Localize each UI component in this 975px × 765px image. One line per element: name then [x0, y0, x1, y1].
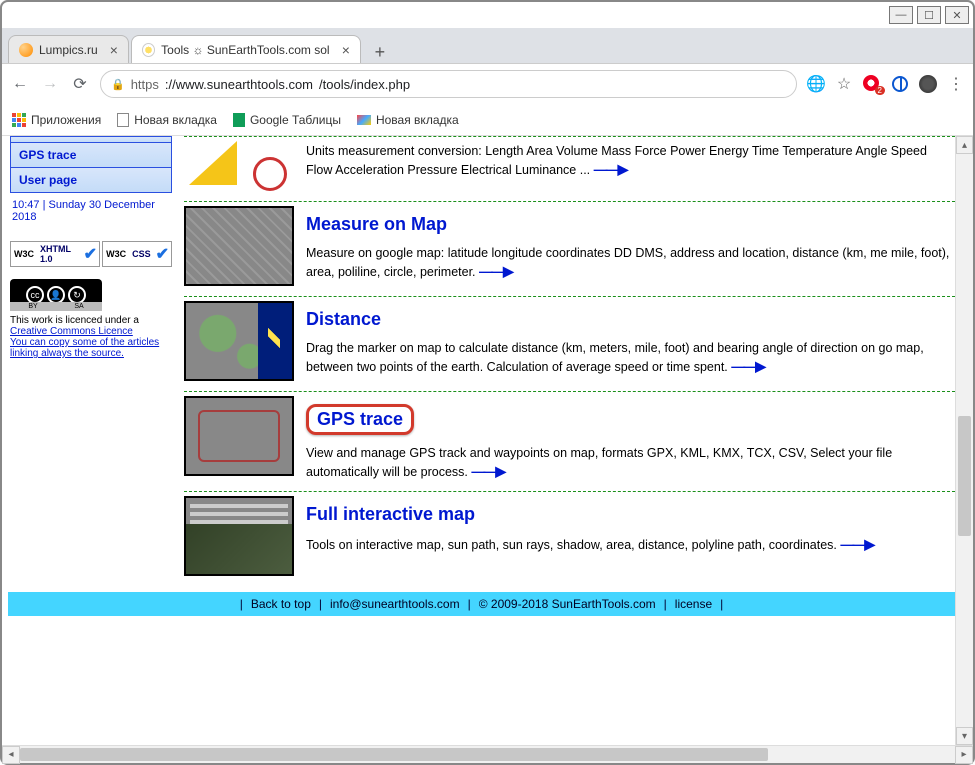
- tool-item-gps-trace: GPS trace View and manage GPS track and …: [184, 392, 955, 492]
- scroll-up-icon[interactable]: ▴: [956, 136, 973, 154]
- reload-button[interactable]: ⟳: [70, 74, 90, 94]
- new-tab-button[interactable]: +: [369, 41, 391, 63]
- arrow-icon[interactable]: ——▶: [731, 357, 764, 376]
- cc-text: This work is licenced under a: [10, 315, 172, 326]
- sheets-icon: [233, 113, 245, 127]
- arrow-icon[interactable]: ——▶: [594, 160, 627, 179]
- arrow-icon[interactable]: ——▶: [479, 262, 512, 281]
- bookmarks-bar: Приложения Новая вкладка Google Таблицы …: [2, 104, 973, 136]
- cc-badge[interactable]: cc 👤 ↻ BYSA: [10, 279, 102, 311]
- file-icon: [117, 113, 129, 127]
- item-title-link[interactable]: Full interactive map: [306, 504, 475, 525]
- url-host: ://www.sunearthtools.com: [165, 77, 313, 92]
- w3c-badges: W3C XHTML 1.0 ✔ W3C CSS ✔: [10, 241, 172, 267]
- bookmark-label: Новая вкладка: [134, 113, 217, 127]
- apps-shortcut[interactable]: Приложения: [12, 113, 101, 127]
- image-icon: [357, 115, 371, 125]
- nav-user-page[interactable]: User page: [11, 168, 171, 192]
- thumbnail[interactable]: [184, 396, 294, 476]
- extension-opera-icon[interactable]: 2: [863, 75, 881, 93]
- page-footer: | Back to top | info@sunearthtools.com |…: [8, 592, 955, 616]
- tab-lumpics[interactable]: Lumpics.ru ×: [8, 35, 129, 63]
- bookmark-newtab-1[interactable]: Новая вкладка: [117, 113, 217, 127]
- close-window-button[interactable]: ✕: [945, 6, 969, 24]
- menu-icon[interactable]: ⋮: [947, 75, 965, 93]
- scroll-down-icon[interactable]: ▾: [956, 727, 973, 745]
- bookmark-label: Google Таблицы: [250, 113, 341, 127]
- apps-icon: [12, 113, 26, 127]
- scroll-thumb[interactable]: [20, 748, 768, 761]
- cc-link-licence[interactable]: Creative Commons Licence: [10, 326, 172, 337]
- footer-license[interactable]: license: [675, 597, 712, 611]
- thumbnail[interactable]: [184, 496, 294, 576]
- tab-sunearthtools[interactable]: Tools ☼ SunEarthTools.com solar ×: [131, 35, 361, 63]
- tool-item-measure: Measure on Map Measure on google map: la…: [184, 202, 955, 297]
- apps-label: Приложения: [31, 113, 101, 127]
- tool-item-full-map: Full interactive map Tools on interactiv…: [184, 492, 955, 586]
- favicon-icon: [19, 43, 33, 57]
- footer-email[interactable]: info@sunearthtools.com: [330, 597, 460, 611]
- main-list: Units measurement conversion: Length Are…: [174, 136, 955, 745]
- item-title-link[interactable]: Distance: [306, 309, 381, 330]
- sidebar: Build a sundial GPS trace User page 10:4…: [8, 136, 174, 745]
- bookmark-sheets[interactable]: Google Таблицы: [233, 113, 341, 127]
- timestamp: 10:47 | Sunday 30 December 2018: [10, 193, 172, 229]
- lock-icon: 🔒: [111, 78, 125, 91]
- horizontal-scrollbar[interactable]: ◂ ▸: [2, 745, 973, 763]
- nav-gps-trace[interactable]: GPS trace: [11, 143, 171, 168]
- back-button[interactable]: ←: [10, 74, 30, 94]
- profile-avatar[interactable]: [919, 75, 937, 93]
- translate-icon[interactable]: 🌐: [807, 75, 825, 93]
- tool-item-conversion: Units measurement conversion: Length Are…: [184, 136, 955, 202]
- scroll-thumb[interactable]: [958, 416, 971, 536]
- thumbnail[interactable]: [184, 206, 294, 286]
- bookmark-label: Новая вкладка: [376, 113, 459, 127]
- url-path: /tools/index.php: [319, 77, 410, 92]
- viewport: Build a sundial GPS trace User page 10:4…: [2, 136, 955, 745]
- browser-window: — ☐ ✕ Lumpics.ru × Tools ☼ SunEarthTools…: [0, 0, 975, 765]
- item-title-link-highlighted[interactable]: GPS trace: [306, 404, 414, 435]
- tab-close-icon[interactable]: ×: [342, 42, 350, 58]
- item-description: Drag the marker on map to calculate dist…: [306, 340, 955, 376]
- thumbnail[interactable]: [184, 141, 294, 191]
- tab-strip: Lumpics.ru × Tools ☼ SunEarthTools.com s…: [2, 28, 973, 64]
- thumbnail[interactable]: [184, 301, 294, 381]
- item-description: Units measurement conversion: Length Are…: [306, 143, 955, 179]
- w3c-xhtml-badge[interactable]: W3C XHTML 1.0 ✔: [10, 241, 100, 267]
- check-icon: ✔: [82, 244, 99, 264]
- item-description: Measure on google map: latitude longitud…: [306, 245, 955, 281]
- item-description: Tools on interactive map, sun path, sun …: [306, 535, 955, 554]
- favicon-icon: [142, 43, 155, 57]
- footer-back-to-top[interactable]: Back to top: [251, 597, 311, 611]
- url-scheme: https: [131, 77, 159, 92]
- nav-menu: Build a sundial GPS trace User page: [10, 136, 172, 193]
- vertical-scrollbar[interactable]: ▴ ▾: [955, 136, 973, 745]
- item-description: View and manage GPS track and waypoints …: [306, 445, 955, 481]
- tab-title: Lumpics.ru: [39, 43, 98, 57]
- bookmark-newtab-2[interactable]: Новая вкладка: [357, 113, 459, 127]
- arrow-icon[interactable]: ——▶: [471, 462, 504, 481]
- minimize-button[interactable]: —: [889, 6, 913, 24]
- scroll-left-icon[interactable]: ◂: [2, 746, 20, 764]
- scroll-right-icon[interactable]: ▸: [955, 746, 973, 764]
- check-icon: ✔: [154, 244, 171, 264]
- bookmark-star-icon[interactable]: ☆: [835, 75, 853, 93]
- tool-item-distance: Distance Drag the marker on map to calcu…: [184, 297, 955, 392]
- w3c-css-badge[interactable]: W3C CSS ✔: [102, 241, 172, 267]
- footer-copyright[interactable]: © 2009-2018 SunEarthTools.com: [479, 597, 656, 611]
- page: Build a sundial GPS trace User page 10:4…: [2, 136, 955, 745]
- extension-globe-icon[interactable]: [891, 75, 909, 93]
- forward-button[interactable]: →: [40, 74, 60, 94]
- maximize-button[interactable]: ☐: [917, 6, 941, 24]
- item-title-link[interactable]: Measure on Map: [306, 214, 447, 235]
- titlebar: — ☐ ✕: [2, 2, 973, 28]
- cc-link-copy[interactable]: You can copy some of the articles linkin…: [10, 337, 172, 359]
- content-area: Build a sundial GPS trace User page 10:4…: [2, 136, 973, 745]
- arrow-icon[interactable]: ——▶: [840, 535, 873, 554]
- tab-title: Tools ☼ SunEarthTools.com solar: [161, 43, 330, 57]
- toolbar-actions: 🌐 ☆ 2 ⋮: [807, 75, 965, 93]
- tab-close-icon[interactable]: ×: [110, 42, 118, 58]
- toolbar: ← → ⟳ 🔒 https ://www.sunearthtools.com/to…: [2, 64, 973, 104]
- address-bar[interactable]: 🔒 https ://www.sunearthtools.com/tools/in…: [100, 70, 797, 98]
